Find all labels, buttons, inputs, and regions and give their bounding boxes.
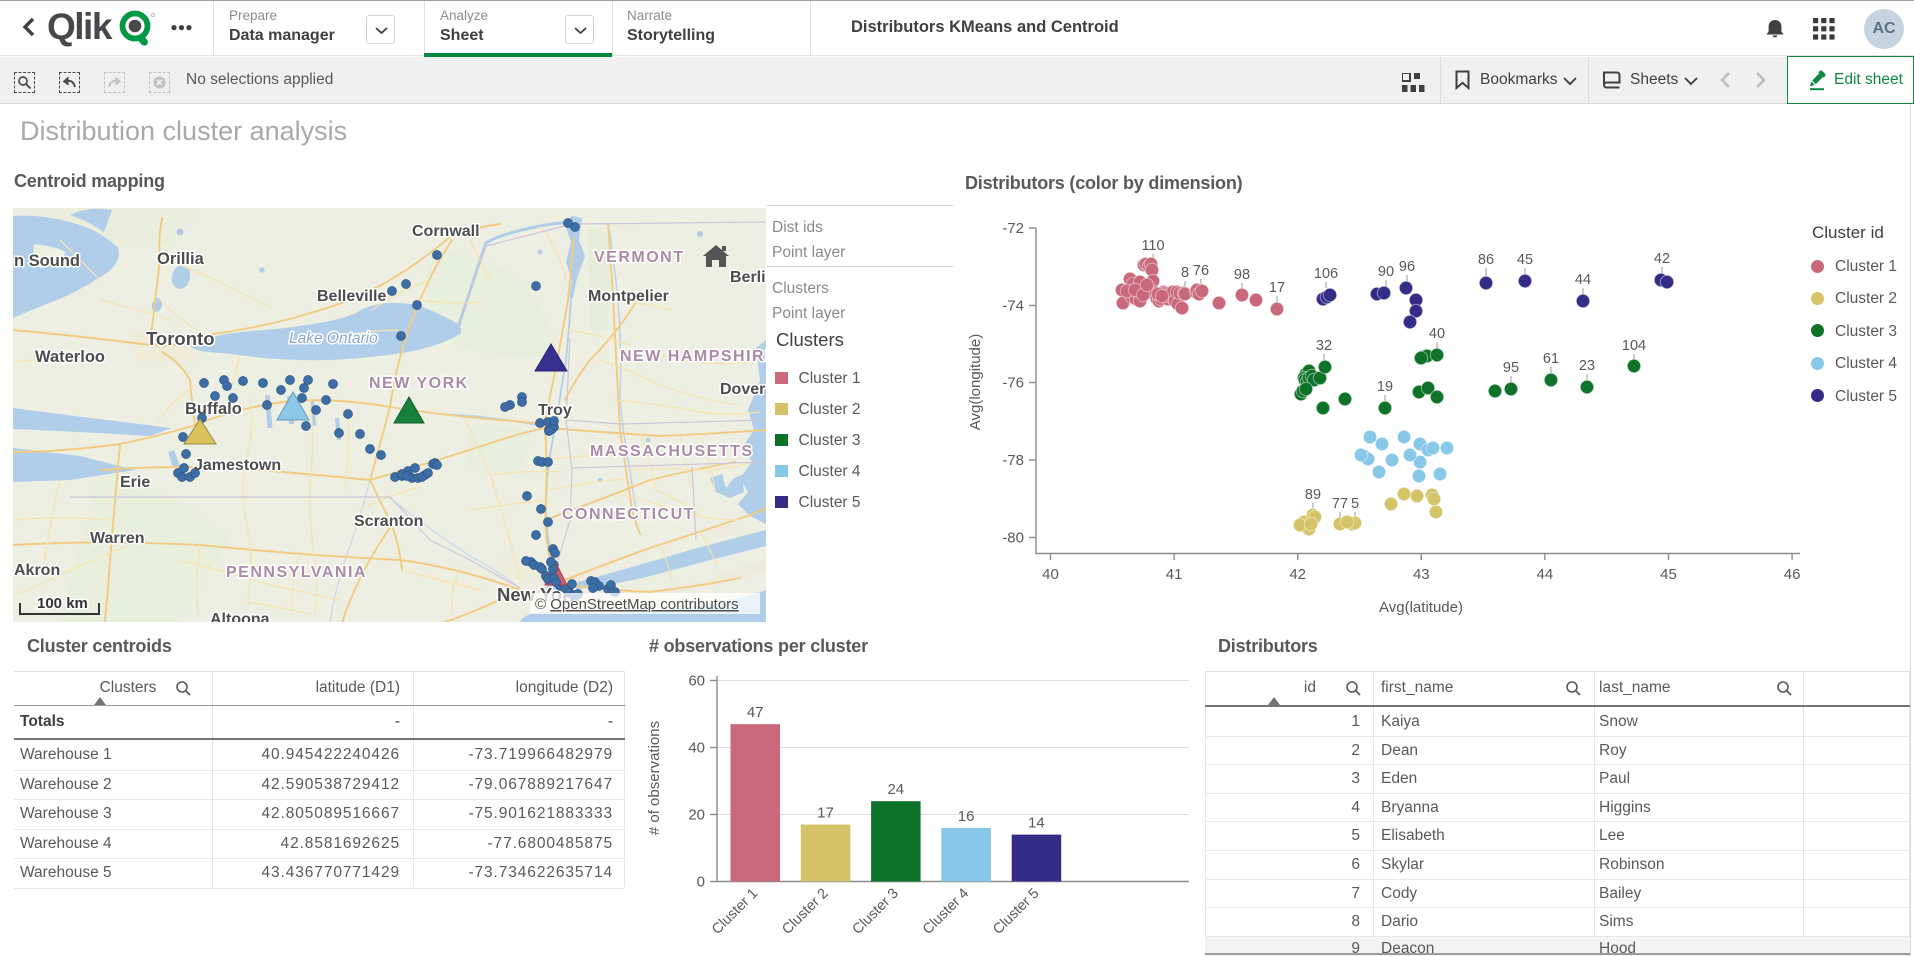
svg-text:MASSACHUSETTS: MASSACHUSETTS (590, 443, 754, 460)
svg-text:32: 32 (1316, 338, 1332, 354)
svg-text:8: 8 (1181, 265, 1189, 281)
svg-text:14: 14 (1028, 815, 1045, 832)
svg-text:-80: -80 (1002, 530, 1024, 547)
svg-text:Cornwall: Cornwall (412, 223, 480, 240)
svg-text:90: 90 (1378, 264, 1394, 280)
svg-text:45: 45 (1517, 252, 1533, 268)
svg-text:Cluster 5: Cluster 5 (990, 886, 1042, 938)
svg-text:-72: -72 (1002, 220, 1024, 237)
svg-text:NEW YORK: NEW YORK (369, 375, 469, 392)
svg-text:44: 44 (1575, 272, 1591, 288)
svg-text:Jamestown: Jamestown (194, 457, 281, 474)
svg-text:106: 106 (1314, 266, 1338, 282)
svg-text:-74: -74 (1002, 298, 1024, 315)
svg-text:95: 95 (1503, 360, 1519, 376)
svg-text:Altoona: Altoona (210, 611, 270, 622)
svg-text:Berlin: Berlin (730, 269, 766, 286)
svg-text:Dover: Dover (720, 381, 765, 398)
svg-text:VERMONT: VERMONT (594, 249, 685, 266)
svg-text:42: 42 (1289, 566, 1306, 583)
svg-text:NEW HAMPSHIRE: NEW HAMPSHIRE (620, 348, 766, 365)
svg-text:98: 98 (1234, 267, 1250, 283)
svg-text:86: 86 (1478, 252, 1494, 268)
svg-text:Akron: Akron (14, 562, 60, 579)
svg-text:PENNSYLVANIA: PENNSYLVANIA (226, 564, 367, 581)
svg-text:Belleville: Belleville (317, 288, 386, 305)
svg-text:Avg(latitude): Avg(latitude) (1379, 599, 1463, 616)
svg-text:110: 110 (1141, 238, 1164, 254)
svg-text:47: 47 (747, 704, 764, 721)
svg-text:40: 40 (688, 740, 705, 757)
svg-text:Scranton: Scranton (354, 513, 423, 530)
svg-text:Avg(longitude): Avg(longitude) (967, 334, 984, 430)
svg-text:Cluster 3: Cluster 3 (850, 886, 902, 938)
svg-text:n Sound: n Sound (14, 252, 80, 270)
svg-text:104: 104 (1622, 338, 1646, 354)
svg-text:Erie: Erie (120, 474, 150, 491)
svg-text:20: 20 (688, 807, 705, 824)
svg-text:17: 17 (817, 805, 834, 822)
svg-text:42: 42 (1654, 251, 1670, 267)
svg-text:16: 16 (958, 808, 975, 825)
svg-text:61: 61 (1543, 351, 1559, 367)
svg-text:Cluster 1: Cluster 1 (709, 886, 761, 938)
svg-text:89: 89 (1305, 487, 1321, 503)
svg-text:Cluster 4: Cluster 4 (920, 886, 972, 938)
svg-text:60: 60 (688, 673, 705, 690)
svg-text:19: 19 (1377, 379, 1393, 395)
svg-text:23: 23 (1579, 358, 1595, 374)
svg-text:44: 44 (1537, 566, 1554, 583)
svg-text:# of observations: # of observations (646, 721, 663, 835)
svg-text:24: 24 (887, 781, 904, 798)
svg-text:43: 43 (1413, 566, 1430, 583)
svg-text:41: 41 (1166, 566, 1183, 583)
svg-text:40: 40 (1429, 326, 1445, 342)
svg-text:Warren: Warren (90, 530, 145, 547)
svg-text:100 km: 100 km (37, 595, 88, 612)
svg-text:17: 17 (1269, 280, 1285, 296)
svg-text:Waterloo: Waterloo (35, 348, 105, 366)
svg-text:Orillia: Orillia (157, 250, 205, 268)
svg-text:0: 0 (697, 874, 705, 891)
svg-text:96: 96 (1399, 259, 1415, 275)
svg-text:Toronto: Toronto (146, 328, 215, 349)
svg-text:5: 5 (1351, 496, 1359, 512)
svg-text:-76: -76 (1002, 375, 1024, 392)
svg-text:-78: -78 (1002, 452, 1024, 469)
svg-text:CONNECTICUT: CONNECTICUT (562, 506, 695, 523)
svg-text:45: 45 (1660, 566, 1677, 583)
svg-text:46: 46 (1784, 566, 1801, 583)
svg-text:Cluster 2: Cluster 2 (779, 886, 831, 938)
svg-text:© OpenStreetMap contributors: © OpenStreetMap contributors (535, 596, 739, 613)
svg-text:Montpelier: Montpelier (588, 288, 669, 305)
svg-text:76: 76 (1193, 263, 1209, 279)
svg-text:40: 40 (1042, 566, 1059, 583)
svg-text:77: 77 (1332, 496, 1348, 512)
svg-text:Lake Ontario: Lake Ontario (289, 330, 378, 347)
